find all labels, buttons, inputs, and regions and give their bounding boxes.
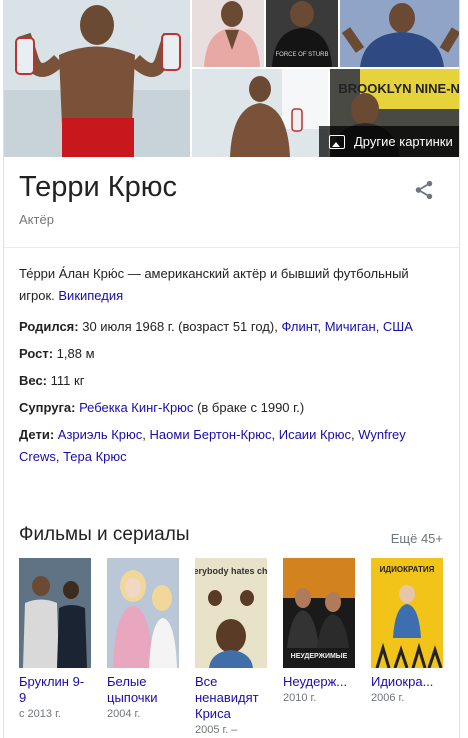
film-poster[interactable]: ИДИОКРАТИЯ (371, 558, 443, 668)
film-title[interactable]: Белые цыпочки (107, 674, 179, 706)
fact-spouse-extra: (в браке с 1990 г.) (197, 400, 305, 415)
child-link[interactable]: Исаии Крюс (279, 427, 351, 442)
fact-children: Дети: Азриэль Крюс, Наоми Бертон-Крюс, И… (19, 427, 406, 464)
film-poster[interactable] (19, 558, 91, 668)
film-poster[interactable]: everybody hates chris (195, 558, 267, 668)
fact-weight-label: Вес: (19, 373, 48, 388)
fact-born-label: Родился: (19, 319, 79, 334)
fact-height-label: Рост: (19, 346, 54, 361)
film-title[interactable]: Неудерж... (283, 674, 355, 690)
image-icon (329, 134, 345, 149)
child-link[interactable]: Азриэль Крюс (58, 427, 143, 442)
fact-weight: Вес: 111 кг (19, 370, 444, 392)
wikipedia-link[interactable]: Википедия (58, 288, 123, 303)
poster-text-idiocracy: ИДИОКРАТИЯ (380, 565, 435, 574)
film-title[interactable]: Бруклин 9-9 (19, 674, 91, 706)
entity-header: Терри Крюс Актёр (4, 157, 459, 248)
more-images-label: Другие картинки (354, 134, 453, 149)
more-images-button[interactable]: Другие картинки (319, 126, 459, 157)
fact-height-value: 1,88 м (56, 346, 95, 361)
fact-height: Рост: 1,88 м (19, 343, 444, 365)
film-title[interactable]: Идиокра... (371, 674, 443, 690)
film-card[interactable]: Бруклин 9-9 с 2013 г. (19, 558, 91, 720)
film-poster[interactable] (107, 558, 179, 668)
films-more-link[interactable]: Ещё 45+ (391, 531, 443, 546)
film-title[interactable]: Все ненавидят Криса (195, 674, 267, 722)
film-card[interactable]: НЕУДЕРЖИМЫЕ Неудерж... 2010 г. (283, 558, 355, 704)
knowledge-panel: FORCE OF STURB BROOKLYN NINE-N Другие ка… (3, 0, 460, 738)
entity-subtitle: Актёр (19, 212, 54, 227)
fact-born-link-michigan[interactable]: Мичиган (325, 319, 376, 334)
film-card[interactable]: ИДИОКРАТИЯ Идиокра... 2006 г. (371, 558, 443, 704)
photo-caption-brooklyn: BROOKLYN NINE-NINE (338, 81, 460, 96)
film-year: 2006 г. (371, 692, 405, 704)
fact-spouse: Супруга: Ребекка Кинг-Крюс (в браке с 19… (19, 397, 444, 419)
description: Те́рри А́лан Крю́с — американский актёр … (4, 248, 459, 307)
fact-weight-value: 111 кг (50, 373, 85, 388)
films-carousel: Бруклин 9-9 с 2013 г. Белые цыпочки 2004… (19, 558, 459, 738)
fact-born: Родился: 30 июля 1968 г. (возраст 51 год… (19, 319, 413, 334)
facts-list: Родился: 30 июля 1968 г. (возраст 51 год… (4, 307, 459, 468)
share-icon[interactable] (413, 179, 435, 201)
film-card[interactable]: everybody hates chris Все ненавидят Крис… (195, 558, 267, 736)
film-card[interactable]: Белые цыпочки 2004 г. (107, 558, 179, 720)
child-link[interactable]: Наоми Бертон-Крюс (150, 427, 272, 442)
films-title: Фильмы и сериалы (19, 524, 190, 545)
photo-pink-shirt[interactable] (192, 0, 264, 67)
fact-born-link-flint[interactable]: Флинт (281, 319, 317, 334)
film-poster[interactable]: НЕУДЕРЖИМЫЕ (283, 558, 355, 668)
photo-blue-shirt[interactable] (340, 0, 459, 67)
child-link[interactable]: Тера Крюс (63, 449, 127, 464)
fact-spouse-link[interactable]: Ребекка Кинг-Крюс (79, 400, 193, 415)
fact-children-label: Дети: (19, 427, 55, 442)
fact-spouse-label: Супруга: (19, 400, 76, 415)
poster-text-expendables: НЕУДЕРЖИМЫЕ (291, 653, 348, 660)
photo-holding-bottle[interactable] (192, 69, 328, 157)
film-year: 2010 г. (283, 692, 317, 704)
photo-black-shirt[interactable]: FORCE OF STURB (266, 0, 338, 67)
films-header: Фильмы и сериалы Ещё 45+ (19, 524, 443, 546)
fact-born-text: 30 июля 1968 г. (возраст 51 год), (82, 319, 278, 334)
poster-text-chris: everybody hates chris (195, 566, 267, 576)
image-collage: FORCE OF STURB BROOKLYN NINE-N Другие ка… (4, 0, 459, 157)
photo-caption-force: FORCE OF STURB (275, 52, 328, 58)
film-year: 2004 г. (107, 708, 141, 720)
film-year: с 2013 г. (19, 708, 61, 720)
entity-name: Терри Крюс (19, 171, 177, 203)
main-photo[interactable] (4, 0, 190, 157)
fact-born-link-usa[interactable]: США (383, 319, 413, 334)
film-year: 2005 г. – (195, 724, 238, 736)
